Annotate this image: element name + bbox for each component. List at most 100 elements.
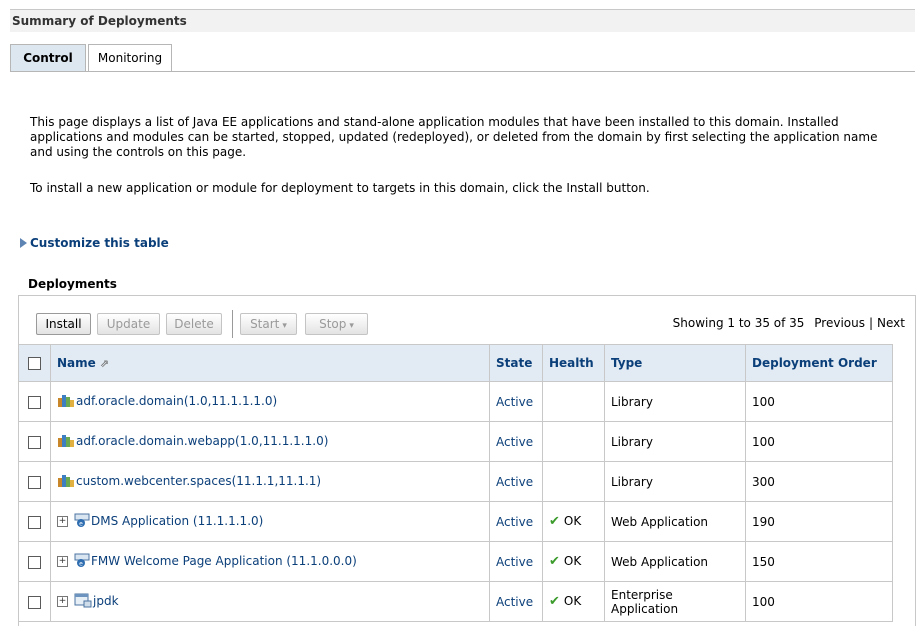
deployments-section-title: Deployments	[28, 277, 117, 291]
table-row: + e FMW Welcome Page Application (11.1.0.0…	[18, 541, 893, 582]
expand-plus-icon[interactable]: +	[57, 556, 68, 567]
deployment-name-link[interactable]: adf.oracle.domain(1.0,11.1.1.1.0)	[76, 394, 277, 408]
table-row: + jpdk Active ✔ OK Enterprise Application 100	[18, 581, 893, 622]
state-link[interactable]: Active	[496, 515, 533, 529]
checkmark-icon: ✔	[549, 514, 560, 529]
row-select-cell	[18, 461, 51, 502]
select-all-checkbox[interactable]	[28, 357, 41, 370]
install-button[interactable]: Install	[36, 313, 91, 335]
state-column-header[interactable]: State	[489, 344, 543, 382]
table-row: + e DMS Application (11.1.1.1.0) Active ✔ OK W…	[18, 501, 893, 542]
enterprise-application-icon	[74, 592, 92, 611]
state-cell: Active	[489, 541, 543, 582]
name-cell: + e DMS Application (11.1.1.1.0)	[50, 501, 490, 542]
name-cell: + jpdk	[50, 581, 490, 622]
health-column-header[interactable]: Health	[542, 344, 605, 382]
health-cell	[542, 461, 605, 502]
name-column-header[interactable]: Name ⇗	[50, 344, 490, 382]
library-icon	[57, 392, 75, 411]
state-cell: Active	[489, 381, 543, 422]
row-checkbox[interactable]	[28, 515, 41, 529]
deployments-toolbar: Install Update Delete Start ▾ Stop ▾ Showi…	[19, 296, 915, 341]
start-button[interactable]: Start ▾	[240, 313, 297, 335]
install-instructions: To install a new application or module f…	[30, 181, 650, 195]
deployment-name-link[interactable]: DMS Application (11.1.1.1.0)	[91, 514, 263, 528]
expand-plus-icon[interactable]: +	[57, 596, 68, 607]
state-cell: Active	[489, 501, 543, 542]
deployment-name-link[interactable]: custom.webcenter.spaces(11.1.1,11.1.1)	[76, 474, 321, 488]
state-link[interactable]: Active	[496, 435, 533, 449]
paging-divider: |	[868, 316, 874, 330]
customize-table-label: Customize this table	[30, 236, 169, 250]
state-cell: Active	[489, 461, 543, 502]
order-cell: 150	[745, 541, 893, 582]
expand-triangle-icon	[20, 238, 27, 248]
row-select-cell	[18, 501, 51, 542]
table-header-row: Name ⇗ State Health Type Deployment Order	[18, 344, 893, 382]
checkmark-icon: ✔	[549, 554, 560, 569]
deployment-name-link[interactable]: adf.oracle.domain.webapp(1.0,11.1.1.1.0)	[76, 434, 328, 448]
update-button[interactable]: Update	[97, 313, 160, 335]
health-status: OK	[563, 554, 582, 568]
row-select-cell	[18, 581, 51, 622]
name-cell: adf.oracle.domain.webapp(1.0,11.1.1.1.0)	[50, 421, 490, 462]
health-status: OK	[563, 594, 582, 608]
order-column-header[interactable]: Deployment Order	[745, 344, 893, 382]
tab-monitoring[interactable]: Monitoring	[88, 44, 172, 71]
web-application-icon: e	[74, 512, 90, 531]
tab-control[interactable]: Control	[10, 44, 86, 71]
type-cell: Library	[604, 381, 746, 422]
stop-button[interactable]: Stop ▾	[305, 313, 368, 335]
row-select-cell	[18, 381, 51, 422]
row-checkbox[interactable]	[28, 435, 41, 449]
row-checkbox[interactable]	[28, 555, 41, 569]
name-cell: custom.webcenter.spaces(11.1.1,11.1.1)	[50, 461, 490, 502]
stop-label: Stop	[319, 317, 347, 331]
name-header-label: Name	[57, 356, 96, 370]
order-cell: 300	[745, 461, 893, 502]
health-cell: ✔ OK	[542, 581, 605, 622]
page-description: This page displays a list of Java EE app…	[30, 115, 878, 159]
order-cell: 190	[745, 501, 893, 542]
row-checkbox[interactable]	[28, 475, 41, 489]
order-cell: 100	[745, 381, 893, 422]
sort-ascending-icon: ⇗	[99, 357, 110, 370]
health-cell: ✔ OK	[542, 501, 605, 542]
state-link[interactable]: Active	[496, 555, 533, 569]
row-checkbox[interactable]	[28, 395, 41, 409]
checkmark-icon: ✔	[549, 594, 560, 609]
order-cell: 100	[745, 581, 893, 622]
deployments-table: Name ⇗ State Health Type Deployment Order…	[18, 344, 893, 622]
deployment-name-link[interactable]: jpdk	[93, 594, 119, 608]
delete-button[interactable]: Delete	[166, 313, 222, 335]
state-link[interactable]: Active	[496, 395, 533, 409]
customize-table-link[interactable]: Customize this table	[20, 236, 169, 250]
library-icon	[57, 432, 75, 451]
order-cell: 100	[745, 421, 893, 462]
health-cell	[542, 381, 605, 422]
paging-status: Showing 1 to 35 of 35	[672, 316, 805, 330]
library-icon	[57, 472, 75, 491]
row-select-cell	[18, 541, 51, 582]
state-link[interactable]: Active	[496, 595, 533, 609]
state-cell: Active	[489, 421, 543, 462]
previous-page-link[interactable]: Previous	[814, 316, 865, 330]
table-row: adf.oracle.domain.webapp(1.0,11.1.1.1.0)…	[18, 421, 893, 462]
row-select-cell	[18, 421, 51, 462]
name-cell: adf.oracle.domain(1.0,11.1.1.1.0)	[50, 381, 490, 422]
toolbar-separator	[232, 310, 233, 338]
web-application-icon: e	[74, 552, 90, 571]
row-checkbox[interactable]	[28, 595, 41, 609]
svg-text:e: e	[79, 561, 83, 568]
deployment-name-link[interactable]: FMW Welcome Page Application (11.1.0.0.0…	[91, 554, 357, 568]
type-cell: Enterprise Application	[604, 581, 746, 622]
type-column-header[interactable]: Type	[604, 344, 746, 382]
next-page-link[interactable]: Next	[877, 316, 905, 330]
start-label: Start	[250, 317, 280, 331]
select-all-header	[18, 344, 51, 382]
state-link[interactable]: Active	[496, 475, 533, 489]
type-cell: Web Application	[604, 541, 746, 582]
svg-text:e: e	[79, 521, 83, 528]
expand-plus-icon[interactable]: +	[57, 516, 68, 527]
name-cell: + e FMW Welcome Page Application (11.1.0.0…	[50, 541, 490, 582]
